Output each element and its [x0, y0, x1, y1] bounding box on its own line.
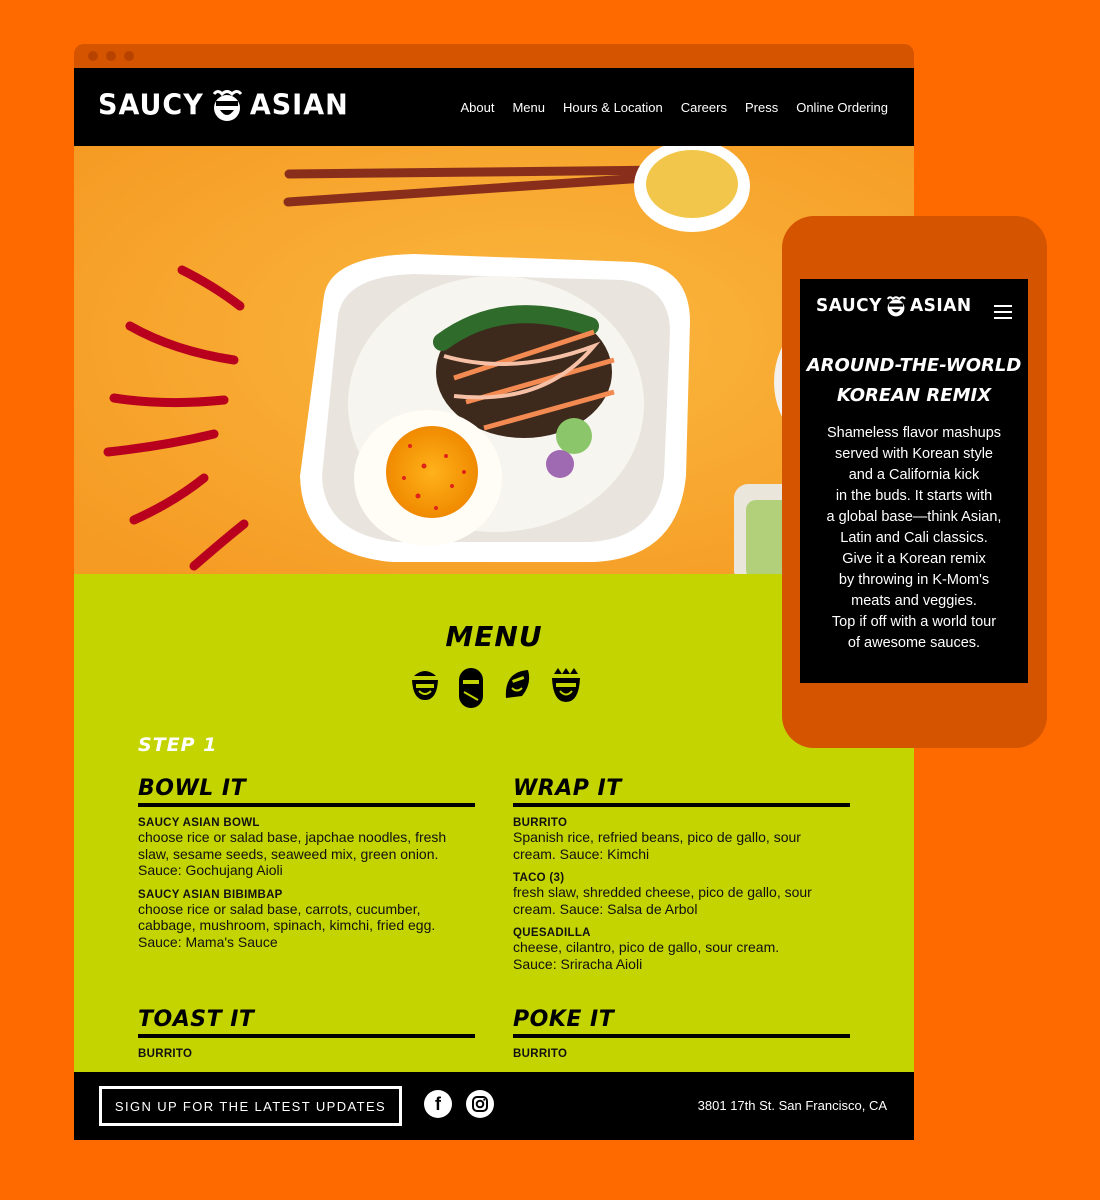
- item-name: BURRITO: [513, 1048, 568, 1060]
- body-line: served with Korean style: [835, 446, 993, 462]
- menu-column-wrap: WRAP IT BURRITO Spanish rice, refried be…: [513, 776, 850, 973]
- menu-column-bowl: BOWL IT SAUCY ASIAN BOWL choose rice or …: [138, 776, 475, 951]
- item-name: TACO (3): [513, 872, 565, 885]
- smiling-face-logo-icon: [212, 90, 242, 121]
- brand-logo[interactable]: SAUCY ASIAN: [98, 88, 349, 122]
- nav-about[interactable]: About: [460, 100, 494, 115]
- mobile-device: SAUCY ASIAN AROUND-THE-WORLD KOREAN REMI…: [782, 216, 1047, 748]
- burrito-icon[interactable]: [456, 666, 486, 710]
- menu-item: QUESADILLA cheese, cilantro, pico de gal…: [513, 927, 850, 972]
- rice-bowl-icon[interactable]: [410, 666, 440, 702]
- body-line: Top if off with a world tour: [831, 614, 997, 630]
- window-dot-icon: [106, 51, 116, 61]
- body-line: meats and veggies.: [851, 593, 977, 609]
- item-name: SAUCY ASIAN BIBIMBAP: [138, 888, 283, 901]
- headline-line: KOREAN REMIX: [836, 385, 992, 406]
- logo-word-right: ASIAN: [249, 88, 349, 122]
- body-line: in the buds. It starts with: [835, 488, 993, 504]
- item-name: SAUCY ASIAN BOWL: [138, 817, 260, 829]
- category-title: POKE IT: [513, 1007, 850, 1038]
- item-description: fresh slaw, shredded cheese, pico de gal…: [513, 884, 812, 917]
- body-line: Give it a Korean remix: [842, 551, 986, 567]
- menu-column-poke: POKE IT BURRITO: [513, 1007, 850, 1060]
- mobile-body-text: Shameless flavor mashups served with Kor…: [810, 423, 1018, 654]
- mobile-headline: AROUND-THE-WORLD KOREAN REMIX: [800, 351, 1028, 411]
- menu-category-icons: [410, 666, 582, 710]
- item-description: Spanish rice, refried beans, pico de gal…: [513, 829, 801, 862]
- body-line: and a California kick: [848, 467, 980, 483]
- nav-online-ordering[interactable]: Online Ordering: [796, 100, 888, 115]
- menu-item: BURRITO: [138, 1048, 475, 1060]
- window-dot-icon: [88, 51, 98, 61]
- nav-hours-location[interactable]: Hours & Location: [563, 100, 663, 115]
- logo-word-left: SAUCY: [816, 295, 882, 317]
- item-name: BURRITO: [138, 1048, 193, 1060]
- main-nav: About Menu Hours & Location Careers Pres…: [460, 68, 888, 146]
- taco-icon[interactable]: [502, 666, 534, 702]
- window-dot-icon: [124, 51, 134, 61]
- instagram-icon[interactable]: [466, 1090, 494, 1118]
- item-description: choose rice or salad base, japchae noodl…: [138, 829, 447, 879]
- category-title: TOAST IT: [138, 1007, 475, 1038]
- site-footer: SIGN UP FOR THE LATEST UPDATES f 3801 17…: [74, 1072, 914, 1140]
- mobile-brand-logo[interactable]: SAUCY ASIAN: [816, 295, 972, 317]
- body-line: Latin and Cali classics.: [840, 530, 988, 546]
- signup-button[interactable]: SIGN UP FOR THE LATEST UPDATES: [99, 1086, 402, 1126]
- item-name: QUESADILLA: [513, 927, 591, 940]
- category-title: WRAP IT: [513, 776, 850, 807]
- menu-item: BURRITO Spanish rice, refried beans, pic…: [513, 817, 850, 862]
- nav-press[interactable]: Press: [745, 100, 778, 115]
- facebook-icon[interactable]: f: [424, 1090, 452, 1118]
- item-name: BURRITO: [513, 817, 568, 829]
- body-line: of awesome sauces.: [847, 635, 981, 651]
- poke-bowl-icon[interactable]: [550, 666, 582, 704]
- address: 3801 17th St. San Francisco, CA: [697, 1098, 887, 1113]
- menu-item: SAUCY ASIAN BOWL choose rice or salad ba…: [138, 817, 475, 879]
- item-description: cheese, cilantro, pico de gallo, sour cr…: [513, 939, 780, 972]
- body-line: a global base—think Asian,: [826, 509, 1002, 525]
- hamburger-menu-icon[interactable]: [994, 305, 1012, 323]
- step-label: STEP 1: [138, 734, 218, 756]
- browser-chrome: [74, 44, 914, 68]
- menu-item: TACO (3) fresh slaw, shredded cheese, pi…: [513, 872, 850, 917]
- body-line: Shameless flavor mashups: [826, 425, 1002, 441]
- nav-menu[interactable]: Menu: [512, 100, 545, 115]
- menu-column-toast: TOAST IT BURRITO: [138, 1007, 475, 1060]
- item-description: choose rice or salad base, carrots, cucu…: [138, 900, 436, 950]
- mobile-screen: SAUCY ASIAN AROUND-THE-WORLD KOREAN REMI…: [800, 279, 1028, 683]
- category-title: BOWL IT: [138, 776, 475, 807]
- menu-item: BURRITO: [513, 1048, 850, 1060]
- instagram-glyph-icon: [472, 1096, 488, 1112]
- logo-word-right: ASIAN: [909, 295, 972, 317]
- site-header: SAUCY ASIAN About Menu Hours & Location …: [74, 68, 914, 146]
- nav-careers[interactable]: Careers: [681, 100, 727, 115]
- logo-word-left: SAUCY: [98, 88, 204, 122]
- headline-line: AROUND-THE-WORLD: [806, 355, 1022, 376]
- menu-item: SAUCY ASIAN BIBIMBAP choose rice or sala…: [138, 889, 475, 951]
- body-line: by throwing in K-Mom's: [838, 572, 990, 588]
- smiling-face-logo-icon: [886, 296, 906, 317]
